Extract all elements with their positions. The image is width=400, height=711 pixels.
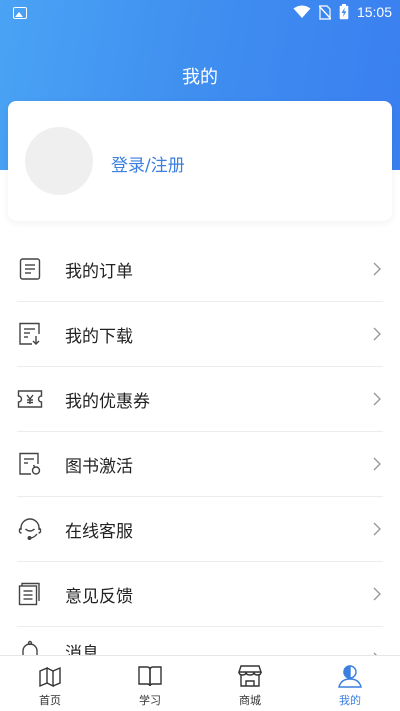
chevron-right-icon [373,327,381,341]
menu-item-book-activation[interactable]: 图书激活 [17,432,383,497]
tab-mine[interactable]: 我的 [300,656,400,711]
menu-list: 我的订单 我的下载 我的优惠券 图书激活 在线客服 意见反馈 消息 [17,237,383,667]
tab-label: 我的 [339,694,361,707]
chevron-right-icon [373,587,381,601]
order-list-icon [17,256,43,282]
clock: 15:05 [356,4,392,20]
page-title: 我的 [182,67,218,88]
user-icon [338,665,362,688]
menu-item-label: 我的下载 [65,326,133,347]
avatar[interactable] [25,127,93,195]
menu-item-customer-service[interactable]: 在线客服 [17,497,383,562]
home-book-icon [39,666,61,688]
menu-item-orders[interactable]: 我的订单 [17,237,383,302]
chevron-right-icon [373,392,381,406]
tab-label: 学习 [139,694,161,707]
menu-item-downloads[interactable]: 我的下载 [17,302,383,367]
open-book-icon [138,666,162,687]
image-notification-icon [13,7,27,19]
tab-store[interactable]: 商城 [200,656,300,711]
profile-card[interactable]: 登录/注册 [8,101,392,221]
bottom-tab-bar: 首页 学习 商城 我的 [0,655,400,711]
system-icons: 15:05 [293,4,392,20]
menu-item-label: 我的优惠券 [65,391,150,412]
coupon-icon [17,386,43,412]
tab-home[interactable]: 首页 [0,656,100,711]
wifi-icon [293,5,311,18]
tab-study[interactable]: 学习 [100,656,200,711]
menu-item-label: 我的订单 [65,261,133,282]
download-icon [17,321,43,347]
headset-icon [17,516,43,542]
feedback-icon [17,581,43,607]
tab-label: 首页 [39,694,61,707]
menu-item-label: 意见反馈 [65,586,133,607]
login-register-link[interactable]: 登录/注册 [111,151,185,176]
chevron-right-icon [373,522,381,536]
menu-item-coupons[interactable]: 我的优惠券 [17,367,383,432]
chevron-right-icon [373,457,381,471]
book-activate-icon [17,451,43,477]
menu-item-label: 图书激活 [65,456,133,477]
no-sim-icon [318,4,331,20]
menu-item-feedback[interactable]: 意见反馈 [17,562,383,627]
menu-item-label: 在线客服 [65,521,133,542]
battery-charging-icon [339,4,349,20]
store-icon [238,665,262,687]
status-bar: 15:05 [0,0,400,28]
chevron-right-icon [373,262,381,276]
tab-label: 商城 [239,694,261,707]
